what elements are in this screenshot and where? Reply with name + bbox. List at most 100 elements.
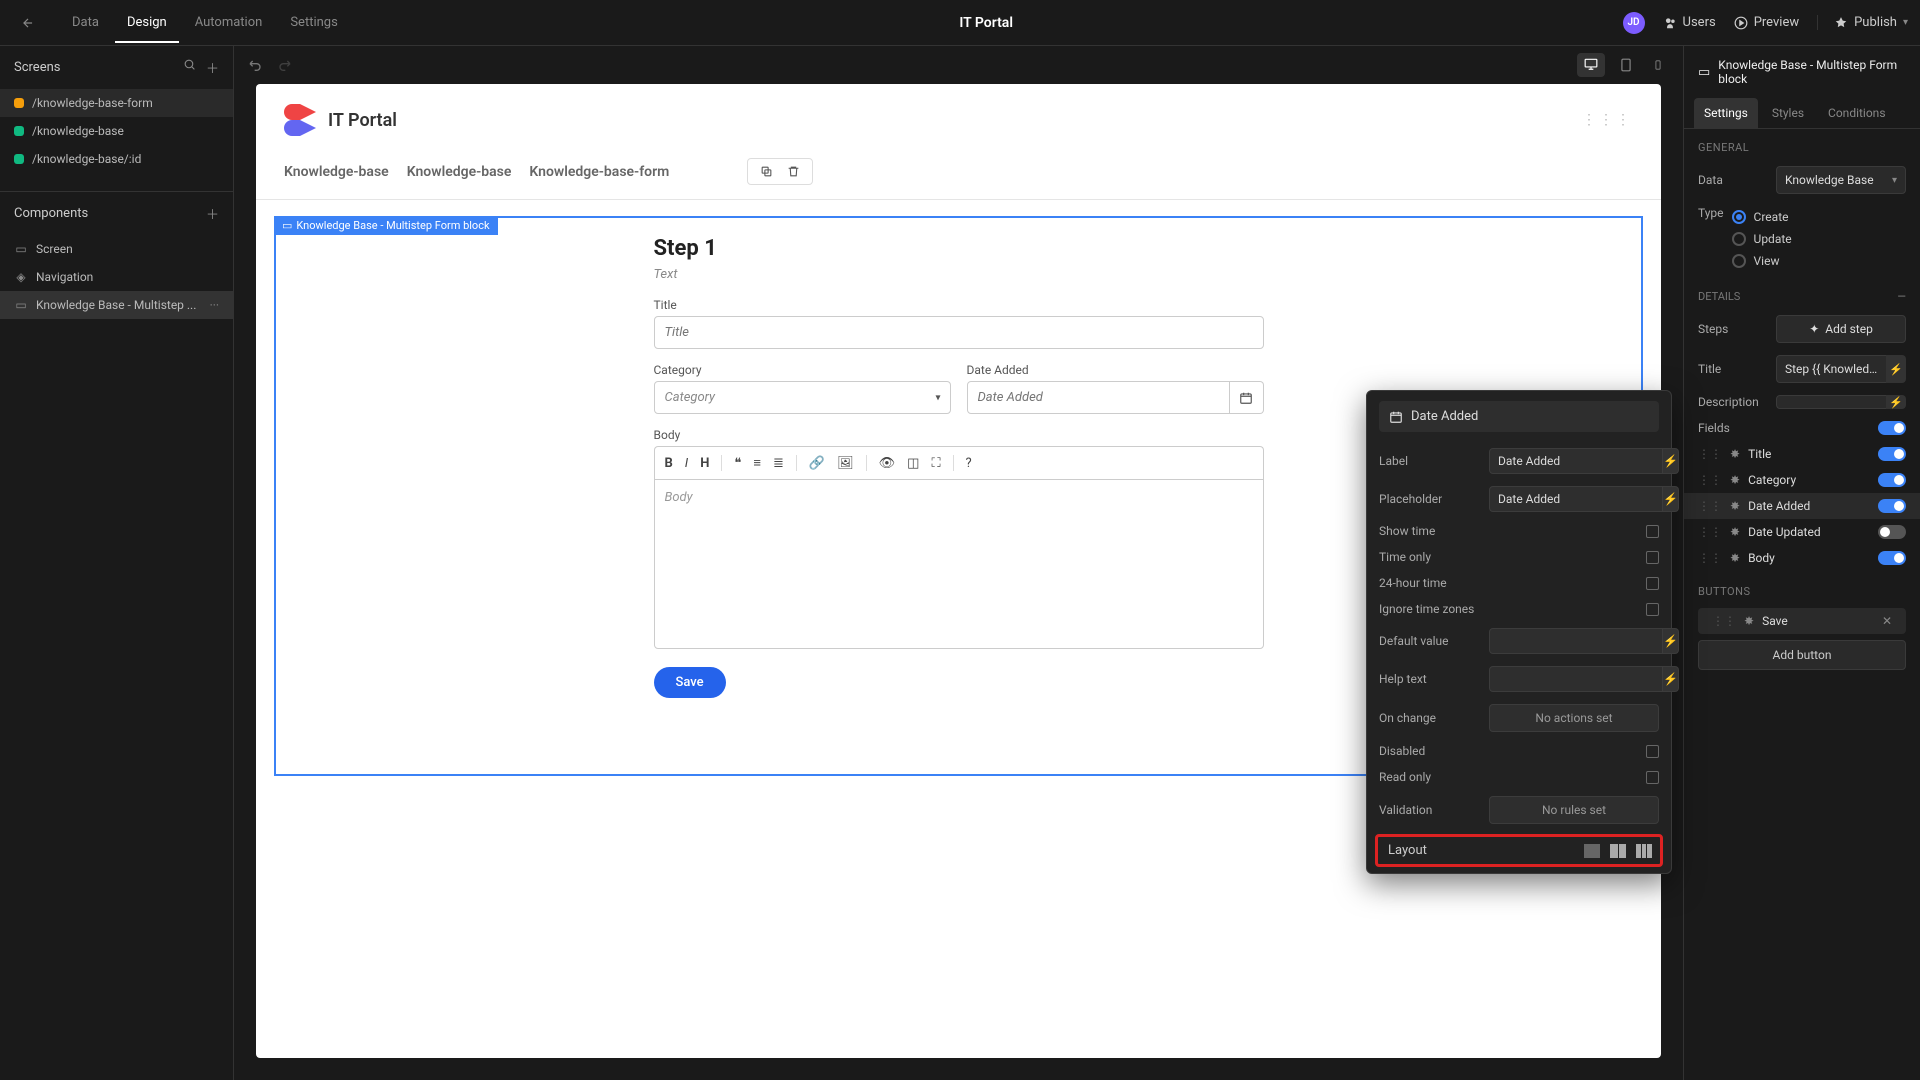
readonly-checkbox[interactable]: [1646, 771, 1659, 784]
search-icon[interactable]: [183, 58, 196, 77]
drag-icon[interactable]: ⋮⋮: [1698, 447, 1722, 461]
gear-icon[interactable]: ✸: [1730, 499, 1740, 513]
calendar-icon[interactable]: [1230, 381, 1264, 414]
breadcrumb-item[interactable]: Knowledge-base-form: [529, 164, 669, 180]
undo-button[interactable]: [248, 57, 264, 73]
tab-automation[interactable]: Automation: [183, 3, 275, 42]
screen-knowledge-base[interactable]: /knowledge-base: [0, 117, 233, 145]
type-radio-update[interactable]: Update: [1732, 228, 1906, 250]
drag-icon[interactable]: ⋮⋮: [1698, 473, 1722, 487]
preview-icon[interactable]: 👁: [879, 456, 896, 471]
rp-tab-settings[interactable]: Settings: [1694, 98, 1758, 128]
avatar[interactable]: JD: [1623, 12, 1645, 34]
drag-icon[interactable]: ⋮⋮: [1712, 614, 1736, 628]
field-item-date-added[interactable]: ⋮⋮ ✸ Date Added: [1684, 493, 1920, 519]
type-radio-create[interactable]: Create: [1732, 206, 1906, 228]
screen-knowledge-base-id[interactable]: /knowledge-base/:id: [0, 145, 233, 173]
drag-icon[interactable]: ⋮⋮: [1698, 525, 1722, 539]
add-component-icon[interactable]: ＋: [206, 204, 219, 223]
date-added-input[interactable]: [967, 381, 1230, 414]
link-icon[interactable]: 🔗: [809, 456, 825, 471]
ol-icon[interactable]: ≣: [773, 456, 784, 471]
data-select[interactable]: Knowledge Base▾: [1776, 166, 1906, 194]
field-toggle[interactable]: [1878, 551, 1906, 565]
rp-tab-styles[interactable]: Styles: [1762, 98, 1814, 128]
category-select[interactable]: Category: [654, 381, 951, 414]
tab-design[interactable]: Design: [115, 3, 179, 42]
italic-icon[interactable]: I: [685, 456, 688, 471]
field-toggle[interactable]: [1878, 525, 1906, 539]
ul-icon[interactable]: ≡: [753, 455, 761, 471]
field-toggle[interactable]: [1878, 473, 1906, 487]
duplicate-icon[interactable]: [756, 165, 777, 178]
quote-icon[interactable]: ❝: [734, 456, 741, 471]
redo-button[interactable]: [276, 57, 292, 73]
gear-icon[interactable]: ✸: [1730, 551, 1740, 565]
fullscreen-icon[interactable]: ⛶: [931, 456, 940, 471]
bolt-icon[interactable]: ⚡: [1663, 486, 1679, 512]
tab-data[interactable]: Data: [60, 3, 111, 42]
gear-icon[interactable]: ✸: [1730, 447, 1740, 461]
add-step-button[interactable]: ✦Add step: [1776, 315, 1906, 343]
fields-master-toggle[interactable]: [1878, 421, 1906, 435]
screen-knowledge-base-form[interactable]: /knowledge-base-form: [0, 89, 233, 117]
pop-placeholder-input[interactable]: [1489, 486, 1663, 512]
title-input[interactable]: [654, 316, 1264, 349]
drag-icon[interactable]: ⋮⋮: [1698, 499, 1722, 513]
device-mobile[interactable]: [1647, 53, 1669, 77]
button-item-save[interactable]: ⋮⋮ ✸ Save ✕: [1698, 608, 1906, 634]
gear-icon[interactable]: ✸: [1744, 614, 1754, 628]
more-icon[interactable]: ···: [210, 298, 219, 312]
delete-icon[interactable]: [783, 165, 804, 178]
hour24-checkbox[interactable]: [1646, 577, 1659, 590]
field-toggle[interactable]: [1878, 499, 1906, 513]
gear-icon[interactable]: ✸: [1730, 473, 1740, 487]
type-radio-view[interactable]: View: [1732, 250, 1906, 272]
gear-icon[interactable]: ✸: [1730, 525, 1740, 539]
device-desktop[interactable]: [1577, 53, 1605, 77]
field-item-date-updated[interactable]: ⋮⋮ ✸ Date Updated: [1684, 519, 1920, 545]
layout-3col[interactable]: [1636, 844, 1652, 858]
body-input[interactable]: Body: [654, 479, 1264, 649]
pop-onchange-button[interactable]: No actions set: [1489, 704, 1659, 732]
image-icon[interactable]: 🖼: [837, 456, 854, 471]
title-setting-input[interactable]: Step {{ Knowledge …: [1776, 355, 1887, 383]
desc-setting-input[interactable]: [1776, 395, 1887, 409]
device-tablet[interactable]: [1613, 53, 1639, 77]
component-screen[interactable]: ▭ Screen: [0, 235, 233, 263]
breadcrumb-item[interactable]: Knowledge-base: [284, 164, 389, 180]
breadcrumb-item[interactable]: Knowledge-base: [407, 164, 512, 180]
component-navigation[interactable]: ◈ Navigation: [0, 263, 233, 291]
pop-validation-button[interactable]: No rules set: [1489, 796, 1659, 824]
tab-settings[interactable]: Settings: [278, 3, 349, 42]
field-item-title[interactable]: ⋮⋮ ✸ Title: [1684, 441, 1920, 467]
heading-icon[interactable]: H: [700, 456, 709, 471]
field-item-category[interactable]: ⋮⋮ ✸ Category: [1684, 467, 1920, 493]
preview-button[interactable]: Preview: [1734, 15, 1799, 30]
show-time-checkbox[interactable]: [1646, 525, 1659, 538]
layout-2col[interactable]: [1610, 844, 1626, 858]
users-button[interactable]: Users: [1663, 15, 1716, 30]
add-button[interactable]: Add button: [1698, 640, 1906, 670]
bolt-icon[interactable]: ⚡: [1663, 448, 1679, 474]
pop-default-input[interactable]: [1489, 628, 1663, 654]
field-item-body[interactable]: ⋮⋮ ✸ Body: [1684, 545, 1920, 571]
back-button[interactable]: [12, 7, 44, 39]
layout-1col[interactable]: [1584, 844, 1600, 858]
pop-label-input[interactable]: [1489, 448, 1663, 474]
collapse-icon[interactable]: —: [1897, 290, 1906, 303]
rp-tab-conditions[interactable]: Conditions: [1818, 98, 1895, 128]
component-multistep-form[interactable]: ▭ Knowledge Base - Multistep ... ···: [0, 291, 233, 319]
ignore-tz-checkbox[interactable]: [1646, 603, 1659, 616]
save-button[interactable]: Save: [654, 667, 726, 698]
bold-icon[interactable]: B: [665, 456, 673, 471]
bolt-icon[interactable]: ⚡: [1886, 355, 1906, 383]
add-screen-icon[interactable]: ＋: [206, 58, 219, 77]
close-icon[interactable]: ✕: [1882, 614, 1892, 628]
time-only-checkbox[interactable]: [1646, 551, 1659, 564]
field-toggle[interactable]: [1878, 447, 1906, 461]
drag-handle-icon[interactable]: ⋮⋮⋮: [1582, 112, 1633, 128]
publish-button[interactable]: Publish ▾: [1817, 15, 1908, 30]
drag-icon[interactable]: ⋮⋮: [1698, 551, 1722, 565]
help-icon[interactable]: ?: [966, 456, 972, 471]
